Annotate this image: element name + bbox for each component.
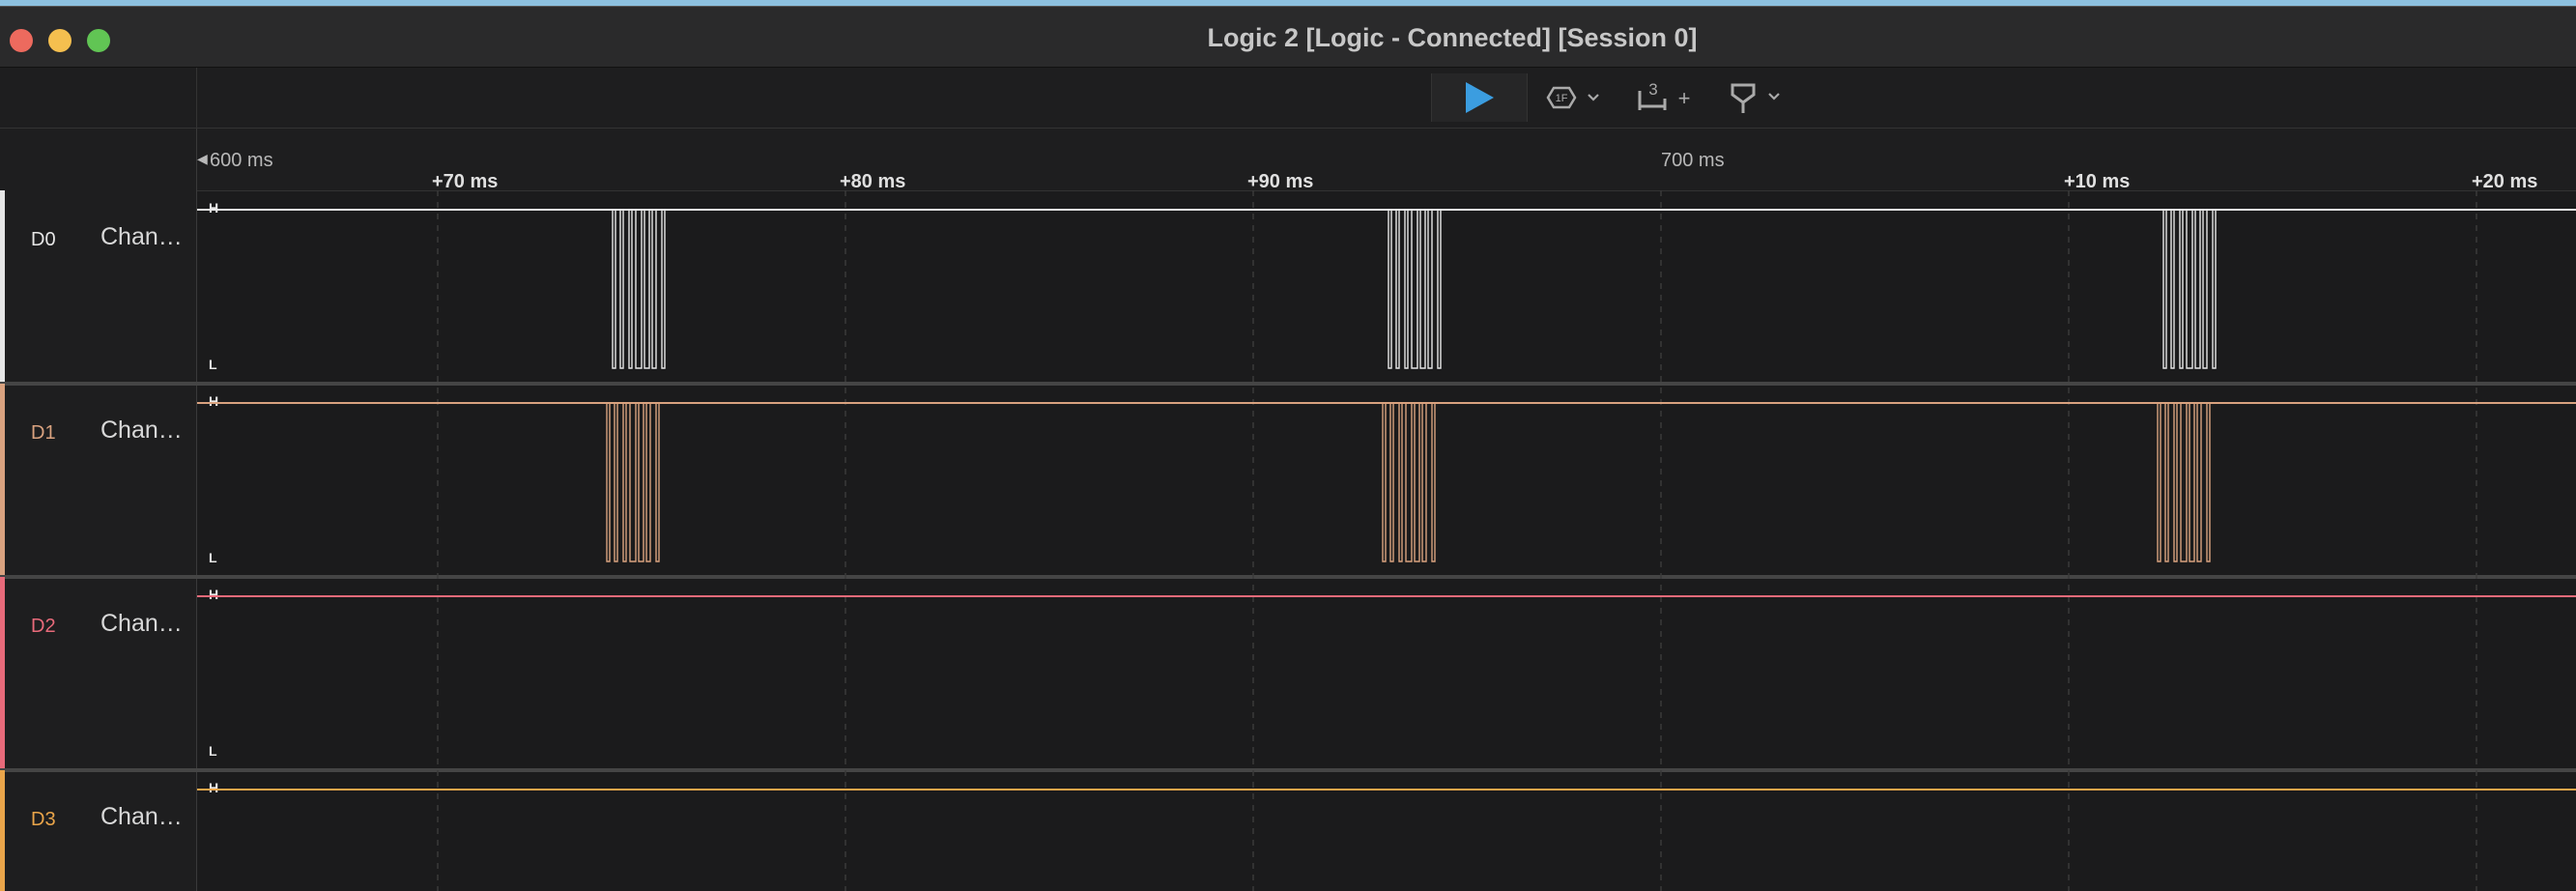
toolbar: 1F 3 + xyxy=(0,68,2576,129)
title-bar: Logic 2 [Logic - Connected] [Session 0] xyxy=(0,7,2576,68)
signal-burst xyxy=(612,209,670,369)
channel-color-stripe xyxy=(0,577,5,768)
channel-name[interactable]: Chan… xyxy=(100,223,183,251)
timing-marker-button[interactable]: 3 + xyxy=(1634,73,1702,122)
channel-color-stripe xyxy=(0,770,5,891)
trigger-icon: 1F xyxy=(1546,86,1599,109)
channel-color-stripe xyxy=(0,384,5,575)
signal-burst xyxy=(2157,402,2215,562)
play-icon xyxy=(1466,82,1494,113)
signal-burst xyxy=(1382,402,1440,562)
waveform-area[interactable] xyxy=(197,190,2576,891)
toolbar-left-spacer xyxy=(0,68,197,128)
marker-icon xyxy=(1731,83,1780,113)
ruler-major-label: 700 ms xyxy=(1661,150,1725,171)
channel-id: D3 xyxy=(31,809,56,830)
svg-text:1F: 1F xyxy=(1556,93,1568,104)
channel-name[interactable]: Chan… xyxy=(100,610,183,638)
ruler-left-arrow-icon: ◀ xyxy=(197,151,208,166)
channel-color-stripe xyxy=(0,190,5,382)
measure-count: 3 xyxy=(1648,81,1657,99)
capture-controls: 1F 3 + xyxy=(1431,68,2576,128)
measure-add: + xyxy=(1678,86,1691,110)
timing-marker-icon: 3 + xyxy=(1638,81,1691,110)
app-window: Logic 2 [Logic - Connected] [Session 0] … xyxy=(0,6,2576,891)
time-ruler[interactable]: ◀ 600 ms 700 ms +70 ms +80 ms +90 ms +10… xyxy=(197,129,2576,192)
channel-name[interactable]: Chan… xyxy=(100,803,183,831)
channel-id: D2 xyxy=(31,616,56,637)
channel-name[interactable]: Chan… xyxy=(100,417,183,445)
marker-button[interactable] xyxy=(1723,73,1790,122)
signal-burst xyxy=(2162,209,2220,369)
trigger-button[interactable]: 1F xyxy=(1541,73,1609,122)
channel-id: D0 xyxy=(31,229,56,250)
window-title: Logic 2 [Logic - Connected] [Session 0] xyxy=(1207,23,1698,52)
start-capture-button[interactable] xyxy=(1431,73,1528,122)
signal-burst xyxy=(606,402,664,562)
channel-id: D1 xyxy=(31,422,56,444)
ruler-major-label: 600 ms xyxy=(210,150,273,171)
signal-burst xyxy=(1388,209,1445,369)
